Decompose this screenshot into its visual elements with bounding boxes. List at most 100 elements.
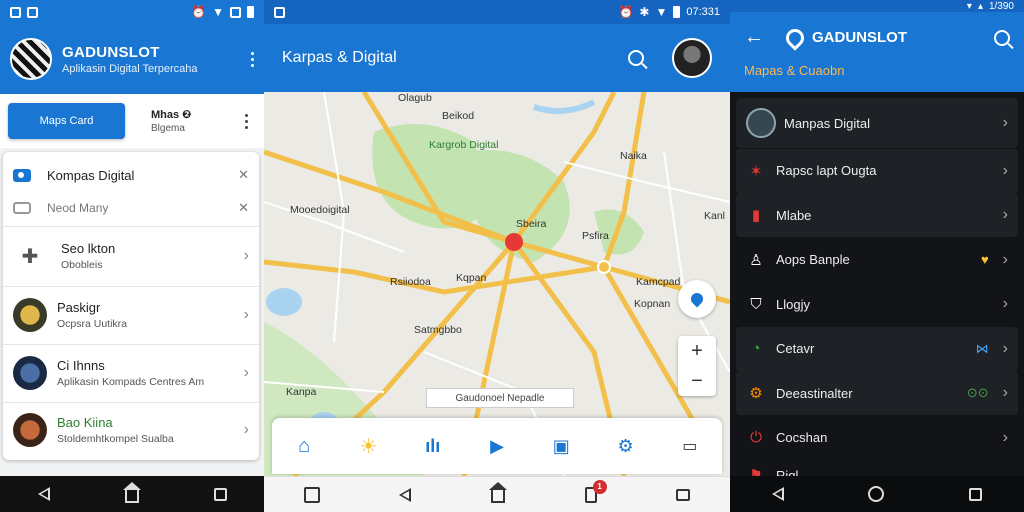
puzzle-icon: ✚ <box>13 239 47 273</box>
map-label: Satmgbbo <box>414 324 462 336</box>
list-item-subtitle: Stoldemhtkompel Sualba <box>57 433 174 445</box>
menu-item[interactable]: ◔ Cetavr ⋈ › <box>736 326 1018 371</box>
list-item[interactable]: Neod Many ✕ <box>3 192 259 224</box>
bar-subtitle: Blgema <box>151 123 185 134</box>
app-title: GADUNSLOT <box>62 43 160 61</box>
menu-item-label: Cocshan <box>776 430 828 445</box>
zoom-in-button[interactable]: + <box>691 336 703 366</box>
back-icon[interactable] <box>772 487 785 501</box>
menu-item[interactable]: ♙ Aops Banple ♥ › <box>736 238 1018 282</box>
map-label: Naika <box>620 150 647 162</box>
chevron-right-icon: › <box>1002 295 1008 312</box>
search-icon[interactable] <box>994 29 1010 46</box>
menu-item-label: Deeastinalter <box>776 385 853 401</box>
battery-icon <box>247 6 254 18</box>
chevron-right-icon: › <box>1002 339 1008 357</box>
wifi-icon: ▼ <box>655 5 668 19</box>
notification-icon[interactable]: 1 <box>584 479 607 503</box>
recents-icon[interactable] <box>968 487 982 501</box>
chevron-right-icon: › <box>1002 384 1008 401</box>
heart-icon: ♥ <box>980 252 989 267</box>
chevron-right-icon: › <box>1002 428 1008 446</box>
menu-item[interactable]: ▮ Mlabe › <box>736 193 1018 237</box>
leaf-icon: ◔ <box>751 340 761 357</box>
map-label: Kopnan <box>634 298 671 310</box>
list-item-title: Bao Kiina <box>57 415 113 430</box>
back-icon[interactable] <box>399 487 412 502</box>
settings-icon[interactable]: ⚙ <box>614 435 638 457</box>
menu-list: Manpas Digital › ✶ Rapsc lapt Ougta › ▮ … <box>736 98 1018 491</box>
list-item-subtitle: Obobleis <box>61 259 103 271</box>
shield-icon: ⛉ <box>750 295 762 313</box>
list-item[interactable]: Paskigr Ocpsra Uutikra › <box>3 286 259 344</box>
menu-item[interactable]: ⏻ Cocshan › <box>736 416 1018 460</box>
list-item-title: Paskigr <box>57 300 101 315</box>
map-label: Beikod <box>442 110 475 122</box>
map-label: Psfira <box>582 230 609 242</box>
stats-icon[interactable]: ılı <box>421 435 445 457</box>
action-bar: Maps Card Mhas ❷ Blgema <box>0 94 264 148</box>
menu-item[interactable]: ⚙ Deeastinalter ⊙⊙ › <box>736 371 1018 415</box>
back-icon[interactable] <box>37 487 50 501</box>
page-title: GADUNSLOT <box>812 29 907 46</box>
list-item[interactable]: ✚ Seo lkton Obobleis › <box>3 228 259 284</box>
list-item[interactable]: Ci Ihnns Aplikasin Kompads Centres Am › <box>3 344 259 402</box>
my-location-button[interactable] <box>678 280 716 318</box>
overflow-menu-icon[interactable] <box>251 51 254 67</box>
alarm-icon: ⏰ <box>191 5 207 19</box>
maps-card-button[interactable]: Maps Card <box>8 103 125 139</box>
search-icon[interactable] <box>628 50 644 66</box>
avatar <box>13 298 47 332</box>
gift-icon[interactable]: ▣ <box>549 435 573 457</box>
play-icon[interactable]: ▶ <box>485 435 509 457</box>
list-item[interactable]: Kompas Digital ✕ <box>3 158 259 192</box>
list-item[interactable]: Bao Kiina Stoldemhtkompel Sualba › <box>3 402 259 458</box>
home-pin-icon[interactable]: ⌂ <box>292 435 316 457</box>
map-label: Kqpan <box>456 272 487 284</box>
map-label: Mooedoigital <box>290 204 350 216</box>
map-toolbar: ⌂ ☀ ılı ▶ ▣ ⚙ ▭ <box>272 418 722 474</box>
map-label: Rsiiodoa <box>390 276 431 288</box>
sun-icon[interactable]: ☀ <box>356 435 380 458</box>
back-arrow-icon[interactable]: ← <box>744 26 764 49</box>
close-icon[interactable]: ✕ <box>238 167 249 183</box>
map-header: Karpas & Digital <box>264 24 730 92</box>
list-item-title: Kompas Digital <box>47 167 135 183</box>
camera-icon <box>13 168 31 182</box>
notification-badge: 1 <box>592 479 607 494</box>
menu-item[interactable]: Manpas Digital › <box>736 98 1018 148</box>
menu-item-label: Cetavr <box>776 341 815 356</box>
star-icon: ✶ <box>749 162 763 180</box>
home-icon[interactable] <box>488 482 507 503</box>
menu-item[interactable]: ⛉ Llogjy › <box>736 282 1018 326</box>
gear-icon: ⚙ <box>749 385 763 402</box>
close-icon[interactable]: ✕ <box>238 200 249 216</box>
book-icon: ▮ <box>751 207 761 224</box>
share-icon[interactable] <box>676 488 691 501</box>
chevron-right-icon: › <box>1002 114 1008 131</box>
list-card: Kompas Digital ✕ Neod Many ✕ ✚ Seo lkton… <box>3 152 259 460</box>
home-icon[interactable] <box>122 481 141 503</box>
battery-icon <box>673 6 681 18</box>
chevron-right-icon: › <box>243 364 249 381</box>
document-icon[interactable] <box>303 486 320 503</box>
menu-item-label: Mlabe <box>776 207 812 223</box>
zoom-controls: + − <box>678 336 716 396</box>
power-icon: ⏻ <box>750 429 762 446</box>
brand-icon <box>782 24 808 51</box>
menu-item[interactable]: ✶ Rapsc lapt Ougta › <box>736 148 1018 193</box>
recents-icon[interactable] <box>213 487 227 501</box>
bar-menu-icon[interactable] <box>245 113 248 129</box>
chevron-right-icon: › <box>1002 206 1008 223</box>
screen-menu: ▾ ▴ 1/390 ← GADUNSLOT Mapas & Cuaobn Man… <box>730 0 1024 512</box>
chevron-right-icon: › <box>243 247 249 264</box>
page-subtitle: Mapas & Cuaobn <box>744 63 845 78</box>
chevron-right-icon: › <box>243 306 249 323</box>
avatar[interactable] <box>672 38 712 78</box>
home-icon[interactable] <box>868 486 885 502</box>
person-icon: ♙ <box>749 251 763 269</box>
chart-icon[interactable]: ▭ <box>678 435 702 457</box>
zoom-out-button[interactable]: − <box>691 366 703 396</box>
screen-map: ⏰ ✱ ▼ 07:331 Karpas & Digital Olagub Bei… <box>264 0 730 512</box>
wifi-icon: ▼ <box>212 5 224 19</box>
